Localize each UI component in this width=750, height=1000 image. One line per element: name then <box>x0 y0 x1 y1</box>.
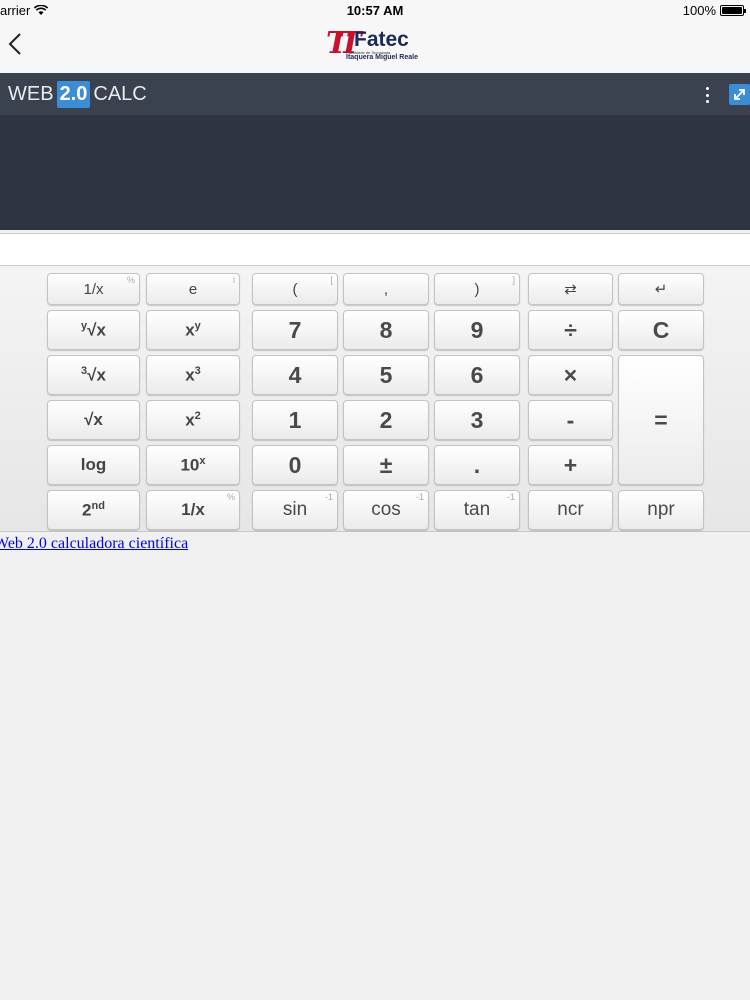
npr-key[interactable]: npr <box>618 490 704 530</box>
square-key[interactable]: x2 <box>146 400 240 440</box>
digit-8-key[interactable]: 8 <box>343 310 429 350</box>
clear-key[interactable]: C <box>618 310 704 350</box>
cube-key[interactable]: x3 <box>146 355 240 395</box>
swap-key[interactable]: ⇄ <box>528 273 613 305</box>
equals-key[interactable]: = <box>618 355 704 485</box>
brand-calc: CALC <box>93 83 147 105</box>
nav-bar: TT Fatec Faculdade de Tecnologia Itaquer… <box>0 20 750 73</box>
square-root-key[interactable]: √x <box>47 400 140 440</box>
tan-key[interactable]: tan -1 <box>434 490 520 530</box>
decimal-key[interactable]: . <box>434 445 520 485</box>
more-options-icon[interactable] <box>700 85 714 105</box>
brand-version-badge: 2.0 <box>56 81 91 108</box>
second-function-key[interactable]: 2nd <box>47 490 140 530</box>
log-key[interactable]: log <box>47 445 140 485</box>
expand-button[interactable] <box>729 84 750 105</box>
backspace-icon: ↵ <box>654 281 668 298</box>
nth-root-key[interactable]: y√x <box>47 310 140 350</box>
comma-key[interactable]: , <box>343 273 429 305</box>
digit-4-key[interactable]: 4 <box>252 355 338 395</box>
digit-5-key[interactable]: 5 <box>343 355 429 395</box>
calculator-brand: WEB 2.0 CALC <box>8 81 147 108</box>
clock: 10:57 AM <box>346 3 404 18</box>
ten-power-key[interactable]: 10x <box>146 445 240 485</box>
calculator-link[interactable]: Web 2.0 calculadora científica <box>0 535 188 553</box>
subtract-key[interactable]: - <box>528 400 613 440</box>
sin-key[interactable]: sin -1 <box>252 490 338 530</box>
digit-2-key[interactable]: 2 <box>343 400 429 440</box>
digit-9-key[interactable]: 9 <box>434 310 520 350</box>
ncr-key[interactable]: ncr <box>528 490 613 530</box>
swap-icon: ⇄ <box>564 281 577 298</box>
fatec-logo: TT Fatec Faculdade de Tecnologia Itaquer… <box>326 24 428 66</box>
status-bar: arrier 10:57 AM 100% <box>0 0 750 20</box>
euler-key[interactable]: ei <box>146 273 240 305</box>
back-button[interactable] <box>0 28 30 60</box>
power-key[interactable]: xy <box>146 310 240 350</box>
backspace-key[interactable]: ↵ <box>618 273 704 305</box>
cos-key[interactable]: cos -1 <box>343 490 429 530</box>
expand-icon <box>734 89 745 100</box>
close-paren-key[interactable]: )] <box>434 273 520 305</box>
digit-1-key[interactable]: 1 <box>252 400 338 440</box>
brand-web: WEB <box>8 83 54 105</box>
calculator-display <box>0 233 750 266</box>
battery-percent: 100% <box>682 3 716 18</box>
digit-6-key[interactable]: 6 <box>434 355 520 395</box>
add-key[interactable]: + <box>528 445 613 485</box>
battery-icon <box>720 5 746 16</box>
calculator-header: WEB 2.0 CALC <box>0 73 750 230</box>
battery-indicator: 100% <box>682 3 746 18</box>
multiply-key[interactable]: × <box>528 355 613 395</box>
divide-key[interactable]: ÷ <box>528 310 613 350</box>
chevron-left-icon <box>8 33 21 55</box>
fatec-logo-name: Fatec <box>354 28 409 51</box>
calculator-keypad: 1/x% ei ([ , )] ⇄ ↵ y√x xy 7 8 9 ÷ C 3√x… <box>0 267 750 532</box>
reciprocal-alt-key[interactable]: 1/x% <box>146 490 240 530</box>
open-paren-key[interactable]: ([ <box>252 273 338 305</box>
cube-root-key[interactable]: 3√x <box>47 355 140 395</box>
sign-toggle-key[interactable]: ± <box>343 445 429 485</box>
digit-0-key[interactable]: 0 <box>252 445 338 485</box>
reciprocal-key[interactable]: 1/x% <box>47 273 140 305</box>
digit-7-key[interactable]: 7 <box>252 310 338 350</box>
fatec-logo-campus: Itaquera Miguel Reale <box>346 54 418 61</box>
digit-3-key[interactable]: 3 <box>434 400 520 440</box>
